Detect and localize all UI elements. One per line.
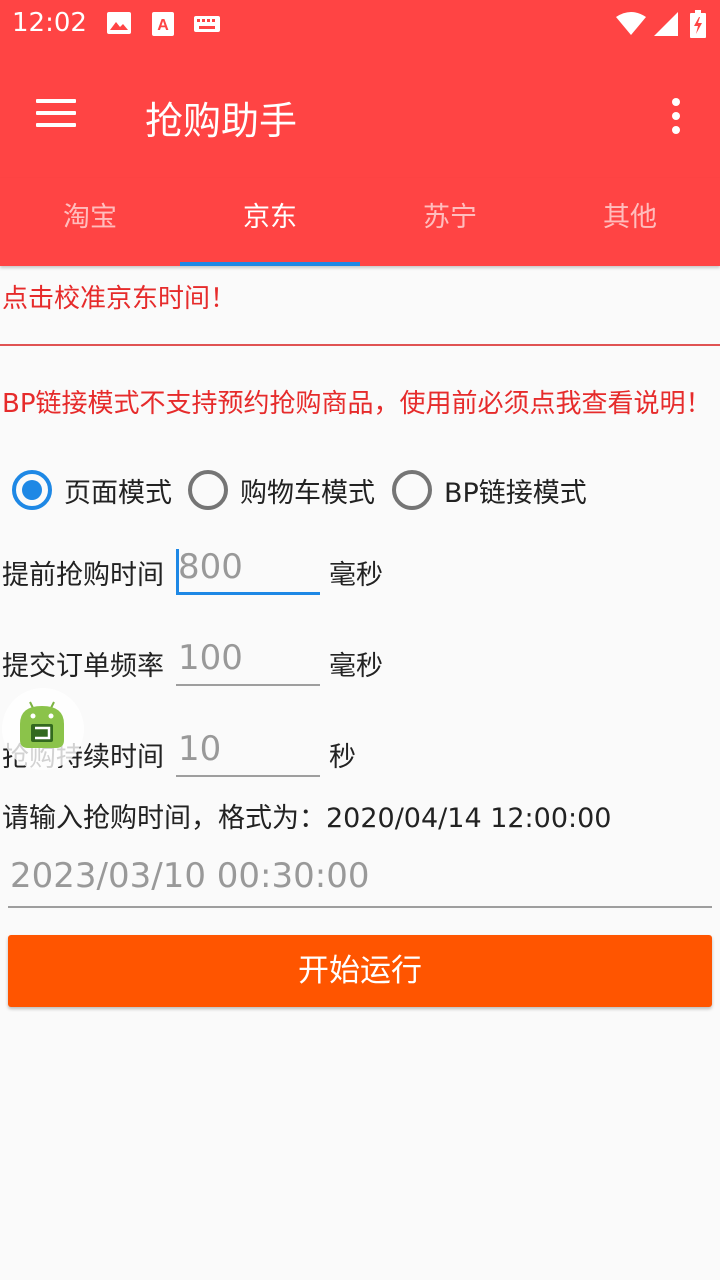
tab-bar: 淘宝 京东 苏宁 其他 <box>0 178 720 266</box>
time-format-hint: 请输入抢购时间，格式为：2020/04/14 12:00:00 <box>2 803 612 834</box>
radio-label: 页面模式 <box>64 477 172 509</box>
radio-unchecked-icon <box>392 470 432 510</box>
radio-unchecked-icon <box>188 470 228 510</box>
purchase-time-placeholder: 2023/03/10 00:30:00 <box>10 856 370 896</box>
duration-unit: 秒 <box>329 742 356 773</box>
menu-icon[interactable] <box>24 88 88 138</box>
divider <box>0 344 720 346</box>
status-bar: 12:02 A <box>0 0 720 48</box>
submit-rate-input[interactable]: 100 <box>176 638 320 686</box>
duration-placeholder: 10 <box>178 729 222 769</box>
wifi-icon <box>616 12 646 35</box>
radio-cart-mode[interactable]: 购物车模式 <box>188 468 375 512</box>
radio-bp-link-mode[interactable]: BP链接模式 <box>392 468 587 512</box>
radio-checked-icon <box>12 470 52 510</box>
advance-time-label: 提前抢购时间 <box>2 560 164 591</box>
tab-indicator <box>180 262 360 266</box>
keyboard-icon <box>194 16 220 32</box>
more-options-icon[interactable] <box>656 92 696 142</box>
text-a-icon: A <box>152 12 174 36</box>
bp-mode-warning-link[interactable]: BP链接模式不支持预约抢购商品，使用前必须点我查看说明！ <box>2 388 718 420</box>
start-button[interactable]: 开始运行 <box>8 935 712 1007</box>
signal-icon <box>654 12 678 36</box>
svg-text:A: A <box>157 17 169 34</box>
submit-rate-unit: 毫秒 <box>329 651 383 682</box>
tab-suning[interactable]: 苏宁 <box>360 178 540 266</box>
tab-taobao[interactable]: 淘宝 <box>0 178 180 266</box>
status-time: 12:02 <box>12 8 87 38</box>
floating-overlay-button[interactable] <box>2 688 84 770</box>
android-robot-icon <box>20 701 64 748</box>
battery-charging-icon <box>690 10 706 38</box>
advance-time-input[interactable]: 800 <box>176 547 320 595</box>
radio-label: 购物车模式 <box>240 477 375 509</box>
app-bar: 抢购助手 <box>0 48 720 178</box>
submit-rate-label: 提交订单频率 <box>2 651 164 682</box>
advance-time-placeholder: 800 <box>178 547 243 587</box>
app-title: 抢购助手 <box>145 99 298 143</box>
tab-other[interactable]: 其他 <box>540 178 720 266</box>
submit-rate-placeholder: 100 <box>178 638 243 678</box>
image-icon <box>107 12 131 34</box>
radio-page-mode[interactable]: 页面模式 <box>12 468 172 512</box>
calibrate-time-link[interactable]: 点击校准京东时间！ <box>2 278 236 315</box>
duration-input[interactable]: 10 <box>176 729 320 777</box>
advance-time-unit: 毫秒 <box>329 560 383 591</box>
text-caret <box>176 549 179 593</box>
purchase-time-input[interactable]: 2023/03/10 00:30:00 <box>8 856 712 908</box>
radio-label: BP链接模式 <box>444 477 587 509</box>
tab-jingdong[interactable]: 京东 <box>180 178 360 266</box>
